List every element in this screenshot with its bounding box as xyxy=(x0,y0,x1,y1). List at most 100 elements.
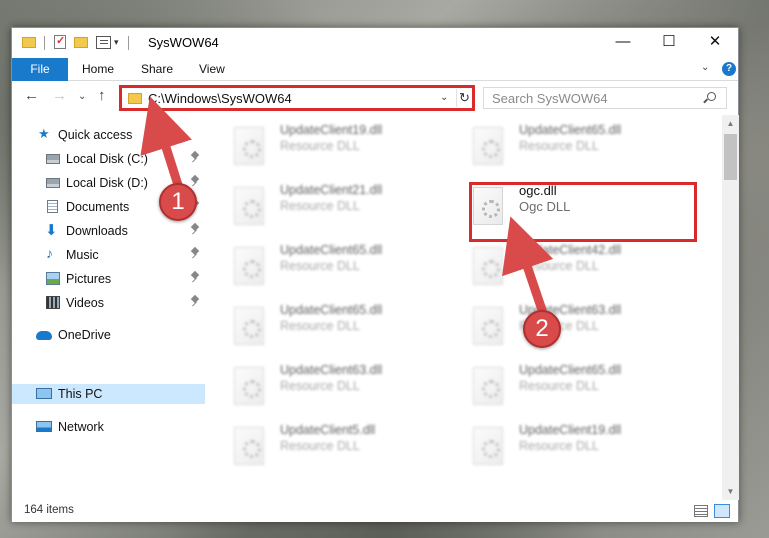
tab-view[interactable]: View xyxy=(199,58,225,81)
sidebar-item-pictures[interactable]: Pictures xyxy=(12,269,205,289)
file-type: Resource DLL xyxy=(280,439,360,453)
navigation-pane: ★ Quick access Local Disk (C:) Local Dis… xyxy=(12,115,205,500)
sidebar-item-label: Local Disk (C:) xyxy=(66,152,148,166)
pin-icon[interactable] xyxy=(191,224,199,235)
file-type: Resource DLL xyxy=(280,319,360,333)
sidebar-item-label: Network xyxy=(58,420,104,434)
file-name: UpdateClient65.dll xyxy=(280,303,383,317)
file-item[interactable]: UpdateClient19.dll Resource DLL xyxy=(234,123,454,177)
sidebar-item-label: Downloads xyxy=(66,224,128,238)
file-item[interactable]: UpdateClient21.dll Resource DLL xyxy=(234,183,454,237)
customize-toolbar-arrow-icon[interactable]: ▾ xyxy=(114,37,119,55)
file-type: Resource DLL xyxy=(519,139,599,153)
title-separator xyxy=(128,36,129,50)
toolbar-separator xyxy=(44,36,45,50)
file-item[interactable]: UpdateClient19.dll Resource DLL xyxy=(473,423,693,477)
step-2-callout: 2 xyxy=(523,310,561,348)
drive-icon xyxy=(46,178,60,188)
sidebar-item-local-disk-c[interactable]: Local Disk (C:) xyxy=(12,149,205,169)
help-icon[interactable]: ? xyxy=(722,62,736,76)
sidebar-item-label: Local Disk (D:) xyxy=(66,176,148,190)
sidebar-item-downloads[interactable]: ⬇ Downloads xyxy=(12,221,205,241)
back-arrow-icon[interactable]: ← xyxy=(24,87,39,104)
scrollbar-thumb[interactable] xyxy=(724,134,737,180)
file-item[interactable]: UpdateClient63.dll Resource DLL xyxy=(234,363,454,417)
file-type: Resource DLL xyxy=(280,259,360,273)
file-name: UpdateClient5.dll xyxy=(280,423,376,437)
close-button[interactable]: ✕ xyxy=(692,28,738,58)
file-item[interactable]: UpdateClient42.dll Resource DLL xyxy=(473,243,693,297)
search-icon[interactable] xyxy=(707,92,716,101)
pictures-icon xyxy=(46,272,60,285)
dll-file-icon xyxy=(234,427,264,465)
dll-file-icon xyxy=(234,247,264,285)
scroll-up-icon[interactable]: ▲ xyxy=(722,115,739,132)
new-folder-icon[interactable] xyxy=(74,37,88,48)
sidebar-item-label: OneDrive xyxy=(58,328,111,342)
ribbon-tabs: File Home Share View ⌄ ? xyxy=(12,58,738,81)
explorer-window: ▾ SysWOW64 — ☐ ✕ File Home Share View ⌄ … xyxy=(11,27,739,522)
status-bar: 164 items xyxy=(12,500,738,522)
tab-file[interactable]: File xyxy=(12,58,68,81)
pin-icon[interactable] xyxy=(191,296,199,307)
file-type: Resource DLL xyxy=(280,199,360,213)
sidebar-item-label: Quick access xyxy=(58,128,133,142)
file-item[interactable]: UpdateClient65.dll Resource DLL xyxy=(473,363,693,417)
ogc-dll-highlight-box xyxy=(469,182,697,242)
tab-home[interactable]: Home xyxy=(82,58,114,81)
sidebar-item-this-pc[interactable]: This PC xyxy=(12,384,205,404)
sidebar-item-quick-access[interactable]: ★ Quick access xyxy=(12,125,205,145)
file-list: UpdateClient19.dll Resource DLL UpdateCl… xyxy=(205,115,722,500)
details-view-icon[interactable] xyxy=(694,505,708,517)
drive-icon xyxy=(46,154,60,164)
forward-arrow-icon[interactable]: → xyxy=(52,87,67,104)
star-icon: ★ xyxy=(38,126,50,141)
vertical-scrollbar[interactable]: ▲ ▼ xyxy=(722,115,739,500)
sidebar-item-music[interactable]: ♪ Music xyxy=(12,245,205,265)
sidebar-item-label: Documents xyxy=(66,200,130,214)
file-name: UpdateClient63.dll xyxy=(280,363,383,377)
file-item[interactable]: UpdateClient5.dll Resource DLL xyxy=(234,423,454,477)
file-name: UpdateClient42.dll xyxy=(519,243,622,257)
file-type: Resource DLL xyxy=(519,439,599,453)
folder-icon xyxy=(22,37,36,48)
pin-icon[interactable] xyxy=(191,272,199,283)
sidebar-item-videos[interactable]: Videos xyxy=(12,293,205,313)
sidebar-item-onedrive[interactable]: OneDrive xyxy=(12,325,205,345)
dll-file-icon xyxy=(234,127,264,165)
file-name: UpdateClient19.dll xyxy=(519,423,622,437)
pin-icon[interactable] xyxy=(191,176,199,187)
file-item[interactable]: UpdateClient65.dll Resource DLL xyxy=(473,123,693,177)
file-item[interactable]: UpdateClient65.dll Resource DLL xyxy=(234,243,454,297)
file-type: Resource DLL xyxy=(519,379,599,393)
recent-locations-icon[interactable]: ⌄ xyxy=(78,91,86,102)
search-placeholder[interactable]: Search SysWOW64 xyxy=(492,91,608,106)
title-bar: ▾ SysWOW64 — ☐ ✕ xyxy=(12,28,738,58)
address-highlight-box xyxy=(119,85,475,111)
sidebar-item-label: Videos xyxy=(66,296,104,310)
window-title: SysWOW64 xyxy=(148,35,219,50)
expand-ribbon-icon[interactable]: ⌄ xyxy=(701,62,709,73)
tab-share[interactable]: Share xyxy=(141,58,173,81)
download-icon: ⬇ xyxy=(45,222,58,239)
file-name: UpdateClient65.dll xyxy=(519,123,622,137)
pin-icon[interactable] xyxy=(191,248,199,259)
sidebar-item-network[interactable]: Network xyxy=(12,417,205,437)
pin-icon[interactable] xyxy=(191,152,199,163)
properties-check-icon[interactable] xyxy=(54,34,66,49)
search-box[interactable]: Search SysWOW64 xyxy=(483,87,727,109)
large-icons-view-icon[interactable] xyxy=(714,504,730,518)
file-item[interactable]: UpdateClient65.dll Resource DLL xyxy=(234,303,454,357)
scroll-down-icon[interactable]: ▼ xyxy=(722,483,739,500)
view-properties-icon[interactable] xyxy=(96,36,111,49)
up-arrow-icon[interactable]: ↑ xyxy=(98,87,106,104)
item-count: 164 items xyxy=(24,504,74,516)
file-type: Resource DLL xyxy=(280,379,360,393)
step-1-callout: 1 xyxy=(159,183,197,221)
minimize-button[interactable]: — xyxy=(600,28,646,58)
file-type: Resource DLL xyxy=(280,139,360,153)
maximize-button[interactable]: ☐ xyxy=(646,28,692,58)
dll-file-icon xyxy=(473,427,503,465)
file-item[interactable]: UpdateClient63.dll Resource DLL xyxy=(473,303,693,357)
videos-icon xyxy=(46,296,60,309)
